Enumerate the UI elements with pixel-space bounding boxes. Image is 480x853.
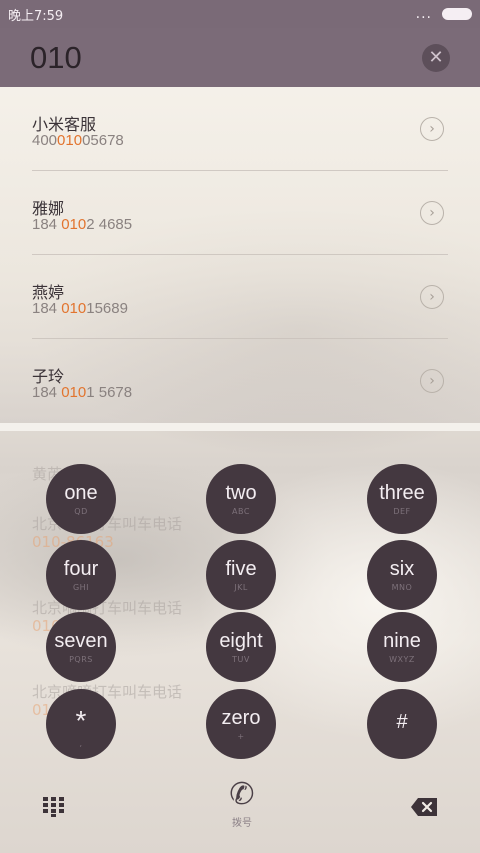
status-bar: 晚上7:59 ... [0, 0, 480, 28]
call-button[interactable]: ✆ 拨号 [222, 780, 262, 832]
list-item[interactable]: 燕婷 184 01015689 › [32, 255, 448, 339]
list-item[interactable]: 小米客服 40001005678 › [32, 87, 448, 171]
contact-number: 184 01015689 [32, 300, 128, 317]
key-4[interactable]: four GHI [46, 540, 116, 610]
battery-icon [442, 8, 472, 20]
contact-number: 40001005678 [32, 132, 124, 149]
key-8[interactable]: eight TUV [206, 612, 276, 682]
chevron-right-icon[interactable]: › [420, 117, 444, 141]
dialed-number[interactable]: 010 [30, 40, 422, 76]
ghost-contact-line: 北京嘀嘀打车叫车电话 [32, 599, 183, 617]
list-item[interactable]: 子玲 184 0101 5678 › [32, 339, 448, 423]
status-time: 晚上7:59 [8, 8, 64, 24]
key-9[interactable]: nine WXYZ [367, 612, 437, 682]
clear-icon[interactable]: ✕ [422, 43, 450, 72]
chevron-right-icon[interactable]: › [420, 285, 444, 309]
contact-number: 184 0102 4685 [32, 216, 133, 233]
chevron-right-icon[interactable]: › [420, 369, 444, 393]
search-header: 010 ✕ [0, 28, 480, 87]
contact-number: 184 0101 5678 [32, 384, 133, 401]
key-0[interactable]: zero + [206, 689, 276, 759]
more-dots-icon: ... [415, 6, 432, 22]
dialpad-toggle-icon[interactable] [43, 797, 65, 817]
key-2[interactable]: two ABC [206, 464, 276, 534]
key-star[interactable]: *, [46, 689, 116, 759]
phone-icon: ✆ [229, 777, 255, 812]
divider [0, 423, 480, 431]
key-1[interactable]: one QD [46, 464, 116, 534]
key-hash[interactable]: # [367, 689, 437, 759]
ghost-contact-line: 北京嘀嘀打车叫车电话 [32, 683, 183, 701]
list-item[interactable]: 雅娜 184 0102 4685 › [32, 171, 448, 255]
chevron-right-icon[interactable]: › [420, 201, 444, 225]
key-3[interactable]: three DEF [367, 464, 437, 534]
key-5[interactable]: five JKL [206, 540, 276, 610]
search-results-list: 小米客服 40001005678 › 雅娜 184 0102 4685 › 燕婷… [0, 87, 480, 423]
key-7[interactable]: seven PQRS [46, 612, 116, 682]
call-label: 拨号 [232, 818, 252, 829]
key-6[interactable]: six MNO [367, 540, 437, 610]
backspace-icon[interactable] [410, 797, 438, 817]
